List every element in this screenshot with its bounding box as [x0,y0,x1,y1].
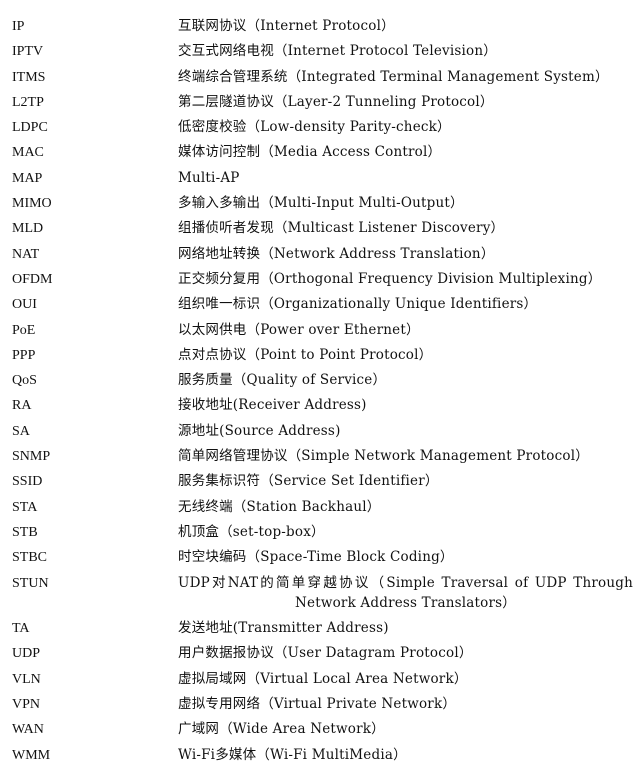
definition: UDP对NAT的简单穿越协议（Simple Traversal of UDP T… [178,575,633,612]
abbreviation: QoS [12,373,37,389]
definition: 机顶盒（set-top-box） [178,523,325,540]
abbreviation: STA [12,499,38,515]
abbreviation: MIMO [12,196,52,212]
abbreviation: IPTV [12,44,44,60]
glossary-row: IP 互联网协议（Internet Protocol） [0,14,641,39]
glossary-row: LDPC 低密度校验（Low-density Parity-check） [0,115,641,140]
abbreviation: STBC [12,550,48,566]
glossary-row: SA 源地址(Source Address) [0,419,641,444]
abbreviation: MLD [12,221,44,237]
glossary-row: UDP 用户数据报协议（User Datagram Protocol） [0,641,641,666]
glossary-row: QoS 服务质量（Quality of Service） [0,368,641,393]
glossary-row: MAC 媒体访问控制（Media Access Control） [0,140,641,165]
abbreviation: RA [12,398,32,414]
glossary-row: MLD 组播侦听者发现（Multicast Listener Discovery… [0,216,641,241]
abbreviation: UDP [12,646,41,662]
abbreviation: PPP [12,347,36,363]
abbreviation: MAC [12,145,44,161]
abbreviation: ITMS [12,69,46,85]
definition: 广域网（Wide Area Network） [178,721,385,738]
abbreviation: WMM [12,747,51,763]
definition: 组播侦听者发现（Multicast Listener Discovery） [178,220,505,237]
glossary-row: STB 机顶盒（set-top-box） [0,520,641,545]
glossary-row: SSID 服务集标识符（Service Set Identifier） [0,469,641,494]
glossary-row: STUN UDP对NAT的简单穿越协议（Simple Traversal of … [0,571,641,617]
abbreviation: PoE [12,322,36,338]
definition: 交互式网络电视（Internet Protocol Television） [178,43,497,60]
definition: 接收地址(Receiver Address) [178,397,367,414]
abbreviation: WAN [12,722,44,738]
definition: 虚拟专用网络（Virtual Private Network） [178,696,457,713]
abbreviation: MAP [12,170,43,186]
glossary-row: WMM Wi-Fi多媒体（Wi-Fi MultiMedia） [0,743,641,768]
glossary-row: SNMP 简单网络管理协议（Simple Network Management … [0,444,641,469]
definition: 网络地址转换（Network Address Translation） [178,245,495,262]
glossary-row: PoE 以太网供电（Power over Ethernet） [0,318,641,343]
definition: 互联网协议（Internet Protocol） [178,18,395,34]
definition: 第二层隧道协议（Layer-2 Tunneling Protocol） [178,93,494,110]
abbreviation: L2TP [12,94,44,110]
abbreviation: VPN [12,697,41,713]
definition: 媒体访问控制（Media Access Control） [178,144,442,161]
definition: Multi-AP [178,169,240,186]
abbreviation: STB [12,524,38,540]
definition: 发送地址(Transmitter Address) [178,620,389,637]
abbreviation: NAT [12,246,40,262]
definition: 多输入多输出（Multi-Input Multi-Output） [178,195,464,212]
definition: 点对点协议（Point to Point Protocol） [178,346,433,363]
glossary-row: TA 发送地址(Transmitter Address) [0,616,641,641]
abbreviation: OUI [12,297,37,313]
abbreviation: IP [12,19,25,34]
glossary-row: NAT 网络地址转换（Network Address Translation） [0,242,641,267]
glossary-row: MAP Multi-AP [0,166,641,191]
definition: 用户数据报协议（User Datagram Protocol） [178,645,473,662]
definition: 服务质量（Quality of Service） [178,372,387,389]
glossary-row: STBC 时空块编码（Space-Time Block Coding） [0,545,641,570]
abbreviation: TA [12,621,30,637]
abbreviation: LDPC [12,120,48,136]
glossary-row: RA 接收地址(Receiver Address) [0,393,641,418]
glossary-row: PPP 点对点协议（Point to Point Protocol） [0,343,641,368]
definition: 服务集标识符（Service Set Identifier） [178,473,439,490]
abbreviation: SNMP [12,449,51,465]
glossary-row: OFDM 正交频分复用（Orthogonal Frequency Divisio… [0,267,641,292]
abbreviation: SA [12,423,30,439]
glossary-row: IPTV 交互式网络电视（Internet Protocol Televisio… [0,39,641,64]
definition: 时空块编码（Space-Time Block Coding） [178,549,454,566]
definition: 组织唯一标识（Organizationally Unique Identifie… [178,296,538,313]
glossary-row: OUI 组织唯一标识（Organizationally Unique Ident… [0,292,641,317]
glossary-row: STA 无线终端（Station Backhaul） [0,495,641,520]
glossary-row: ITMS 终端综合管理系统（Integrated Terminal Manage… [0,65,641,90]
abbreviation: SSID [12,474,43,490]
abbreviation: VLN [12,671,41,687]
abbreviation: STUN [12,575,49,591]
glossary-row: VPN 虚拟专用网络（Virtual Private Network） [0,692,641,717]
definition: 简单网络管理协议（Simple Network Management Proto… [178,448,589,465]
definition: 无线终端（Station Backhaul） [178,498,381,515]
definition: 终端综合管理系统（Integrated Terminal Management … [178,68,609,85]
glossary-row: MIMO 多输入多输出（Multi-Input Multi-Output） [0,191,641,216]
definition: 正交频分复用（Orthogonal Frequency Division Mul… [178,270,602,287]
definition: Wi-Fi多媒体（Wi-Fi MultiMedia） [178,746,407,763]
glossary-row: VLN 虚拟局域网（Virtual Local Area Network） [0,667,641,692]
definition: 源地址(Source Address) [178,422,341,439]
glossary-row: WAN 广域网（Wide Area Network） [0,717,641,742]
definition: 低密度校验（Low-density Parity-check） [178,119,451,136]
glossary-row: L2TP 第二层隧道协议（Layer-2 Tunneling Protocol） [0,90,641,115]
definition: 以太网供电（Power over Ethernet） [178,321,420,338]
abbreviation-glossary: IP 互联网协议（Internet Protocol） IPTV 交互式网络电视… [0,14,641,768]
abbreviation: OFDM [12,271,53,287]
definition: 虚拟局域网（Virtual Local Area Network） [178,670,468,687]
